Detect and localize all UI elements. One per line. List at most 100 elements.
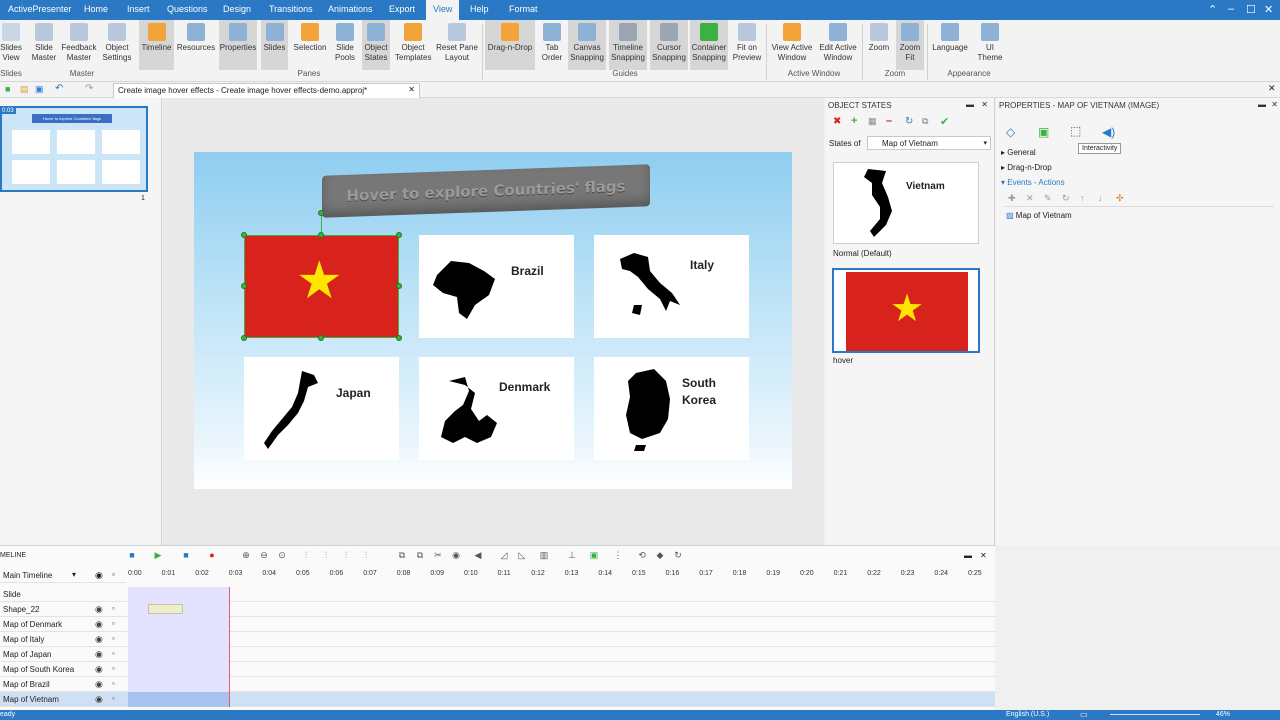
- event-item[interactable]: ▨ Map of Vietnam: [1006, 211, 1072, 220]
- slides-button[interactable]: Slides: [261, 20, 288, 70]
- align-icon[interactable]: ⫶: [340, 549, 352, 561]
- zoom-button[interactable]: Zoom: [866, 20, 892, 70]
- resize-handle[interactable]: [241, 335, 247, 341]
- resize-handle[interactable]: [396, 335, 402, 341]
- drag-n-drop-button[interactable]: Drag-n-Drop: [485, 20, 535, 70]
- timeline-snapping-button[interactable]: Timeline Snapping: [609, 20, 647, 70]
- menu-view[interactable]: View: [426, 0, 460, 20]
- resize-handle[interactable]: [318, 232, 324, 238]
- move-up-icon[interactable]: ↑: [1080, 193, 1085, 203]
- map-of-italy[interactable]: Italy: [594, 235, 749, 338]
- interactivity-tab-icon[interactable]: ⬚: [1070, 124, 1081, 138]
- close-pane-icon[interactable]: ✕: [981, 100, 988, 109]
- language-button[interactable]: Language: [930, 20, 970, 70]
- properties-button[interactable]: Properties: [219, 20, 257, 70]
- select-all-icon[interactable]: ■: [126, 549, 138, 561]
- lock-icon[interactable]: ▫: [112, 679, 115, 688]
- eye-icon[interactable]: ◉: [95, 570, 103, 581]
- keyframe-icon[interactable]: ◆: [654, 549, 666, 561]
- audio-tab-icon[interactable]: ◀): [1102, 125, 1115, 139]
- title-banner[interactable]: Hover to explore Countries' flags: [322, 164, 650, 218]
- caption-icon[interactable]: ▣: [588, 549, 600, 561]
- slide-master-button[interactable]: Slide Master: [30, 20, 58, 70]
- timeline-row[interactable]: Map of Denmark ◉ ▫: [0, 617, 995, 632]
- open-icon[interactable]: ▤: [20, 84, 29, 95]
- add-event-icon[interactable]: ✚: [1008, 193, 1016, 204]
- eye-icon[interactable]: ◉: [95, 619, 103, 630]
- delete-event-icon[interactable]: ✕: [1026, 193, 1034, 204]
- eye-icon[interactable]: ◉: [95, 664, 103, 675]
- reset-state-icon[interactable]: ↻: [905, 116, 913, 127]
- eye-icon[interactable]: ◉: [95, 634, 103, 645]
- timeline-button[interactable]: Timeline: [139, 20, 174, 70]
- stop-icon[interactable]: ■: [180, 549, 192, 561]
- menu-format[interactable]: Format: [509, 4, 538, 14]
- lock-icon[interactable]: ▫: [112, 664, 115, 673]
- selection-button[interactable]: Selection: [292, 20, 328, 70]
- rotation-handle[interactable]: [318, 210, 324, 216]
- more-icon[interactable]: ↻: [672, 549, 684, 561]
- state-hover-thumbnail[interactable]: ★: [832, 268, 980, 353]
- resources-button[interactable]: Resources: [176, 20, 216, 70]
- timeline-row[interactable]: Map of Italy ◉ ▫: [0, 632, 995, 647]
- apply-state-icon[interactable]: ✔: [940, 115, 949, 128]
- resize-handle[interactable]: [396, 232, 402, 238]
- canvas-snapping-button[interactable]: Canvas Snapping: [568, 20, 606, 70]
- cut-icon[interactable]: ✂: [432, 549, 444, 561]
- zoom-in-icon[interactable]: ⊕: [240, 549, 252, 561]
- eye-icon[interactable]: ◉: [95, 649, 103, 660]
- fit-icon[interactable]: ▭: [1080, 710, 1088, 719]
- state-normal-thumbnail[interactable]: Vietnam: [833, 162, 979, 244]
- join-icon[interactable]: ⧉: [414, 549, 426, 561]
- ui-theme-button[interactable]: UI Theme: [974, 20, 1006, 70]
- zoom-fit-button[interactable]: Zoom Fit: [896, 20, 924, 70]
- timeline-row[interactable]: Map of South Korea ◉ ▫: [0, 662, 995, 677]
- eye-icon[interactable]: ◉: [95, 604, 103, 615]
- section-general[interactable]: ▸ General: [1001, 148, 1036, 157]
- menu-insert[interactable]: Insert: [127, 4, 150, 14]
- move-down-icon[interactable]: ↓: [1098, 193, 1103, 203]
- play-icon[interactable]: ▶: [152, 549, 164, 561]
- menu-help[interactable]: Help: [470, 4, 489, 14]
- timeline-row[interactable]: Shape_22 ◉ ▫: [0, 602, 995, 617]
- zoom-out-icon[interactable]: ⊖: [258, 549, 270, 561]
- close-tab-icon[interactable]: ✕: [408, 85, 415, 94]
- resize-handle[interactable]: [241, 232, 247, 238]
- slide-pools-button[interactable]: Slide Pools: [332, 20, 358, 70]
- eye-icon[interactable]: ◉: [95, 694, 103, 705]
- add-state-icon[interactable]: +: [851, 115, 857, 127]
- states-of-select[interactable]: Map of Vietnam ▾: [867, 136, 991, 150]
- copy-state-icon[interactable]: ⧉: [922, 116, 928, 127]
- object-templates-button[interactable]: Object Templates: [395, 20, 431, 70]
- insert-time-icon[interactable]: ⊥: [566, 549, 578, 561]
- menu-design[interactable]: Design: [223, 4, 251, 14]
- volume-icon[interactable]: ◀: [472, 549, 484, 561]
- menu-transitions[interactable]: Transitions: [269, 4, 313, 14]
- resize-handle[interactable]: [241, 283, 247, 289]
- record-icon[interactable]: ●: [206, 549, 218, 561]
- new-icon[interactable]: ■: [5, 84, 10, 94]
- eye-icon[interactable]: ◉: [95, 679, 103, 690]
- fade-in-icon[interactable]: ◿: [498, 549, 510, 561]
- feedback-master-button[interactable]: Feedback Master: [60, 20, 98, 70]
- map-of-brazil[interactable]: Brazil: [419, 235, 574, 338]
- close-icon[interactable]: ✕: [1264, 3, 1273, 16]
- tab-order-button[interactable]: Tab Order: [540, 20, 564, 70]
- menu-animations[interactable]: Animations: [328, 4, 373, 14]
- redo-icon[interactable]: ↷: [85, 83, 93, 94]
- document-tab[interactable]: Create image hover effects - Create imag…: [113, 83, 420, 98]
- align-icon[interactable]: ⫶: [300, 549, 312, 561]
- section-drag-n-drop[interactable]: ▸ Drag-n-Drop: [1001, 163, 1052, 172]
- fade-out-icon[interactable]: ◺: [516, 549, 528, 561]
- section-events-actions[interactable]: ▾ Events - Actions: [1001, 178, 1065, 187]
- delete-state-icon[interactable]: ✖: [833, 116, 841, 127]
- pin-icon[interactable]: ▬: [964, 551, 972, 560]
- playhead[interactable]: [229, 587, 230, 707]
- edit-event-icon[interactable]: ✎: [1044, 193, 1052, 204]
- view-active-window-button[interactable]: View Active Window: [769, 20, 815, 70]
- align-icon[interactable]: ⫶: [360, 549, 372, 561]
- style-tab-icon[interactable]: ◇: [1006, 125, 1015, 139]
- pin-icon[interactable]: ▬: [966, 100, 974, 109]
- remove-state-icon[interactable]: –: [886, 115, 892, 127]
- timeline-row[interactable]: Slide: [0, 587, 995, 602]
